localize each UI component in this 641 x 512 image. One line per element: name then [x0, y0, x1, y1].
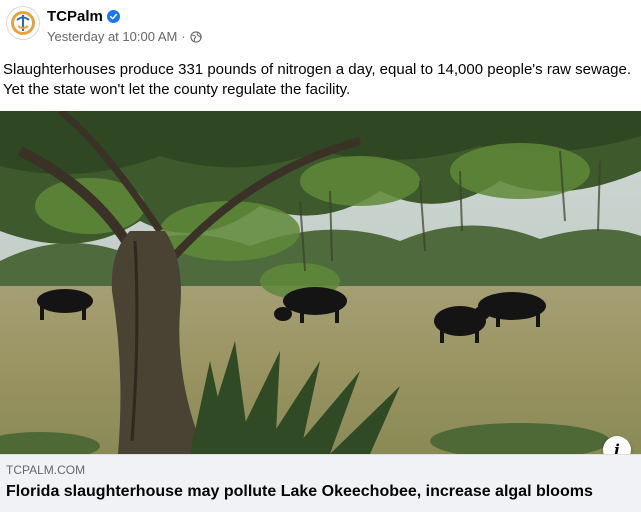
post-text: Slaughterhouses produce 331 pounds of ni… — [3, 61, 632, 98]
link-domain: TCPALM.COM — [6, 463, 86, 477]
page-name-label[interactable]: TCPalm — [47, 8, 103, 25]
post-timestamp[interactable]: Yesterday at 10:00 AM — [47, 29, 177, 44]
page-name[interactable]: TCPalm — [47, 8, 120, 25]
link-title[interactable]: Florida slaughterhouse may pollute Lake … — [6, 483, 593, 501]
verified-badge-icon — [106, 10, 120, 23]
page-avatar[interactable] — [6, 6, 40, 40]
meta-separator: · — [181, 29, 186, 44]
tcpalm-logo-icon — [11, 11, 35, 35]
post-meta: Yesterday at 10:00 AM · — [47, 29, 202, 44]
photo-cattle-image — [0, 111, 641, 454]
globe-icon[interactable] — [190, 30, 202, 43]
link-preview-card[interactable]: TCPALM.COM Florida slaughterhouse may po… — [0, 454, 641, 512]
post-photo[interactable] — [0, 111, 641, 454]
post-header: TCPalm Yesterday at 10:00 AM · — [0, 0, 641, 52]
